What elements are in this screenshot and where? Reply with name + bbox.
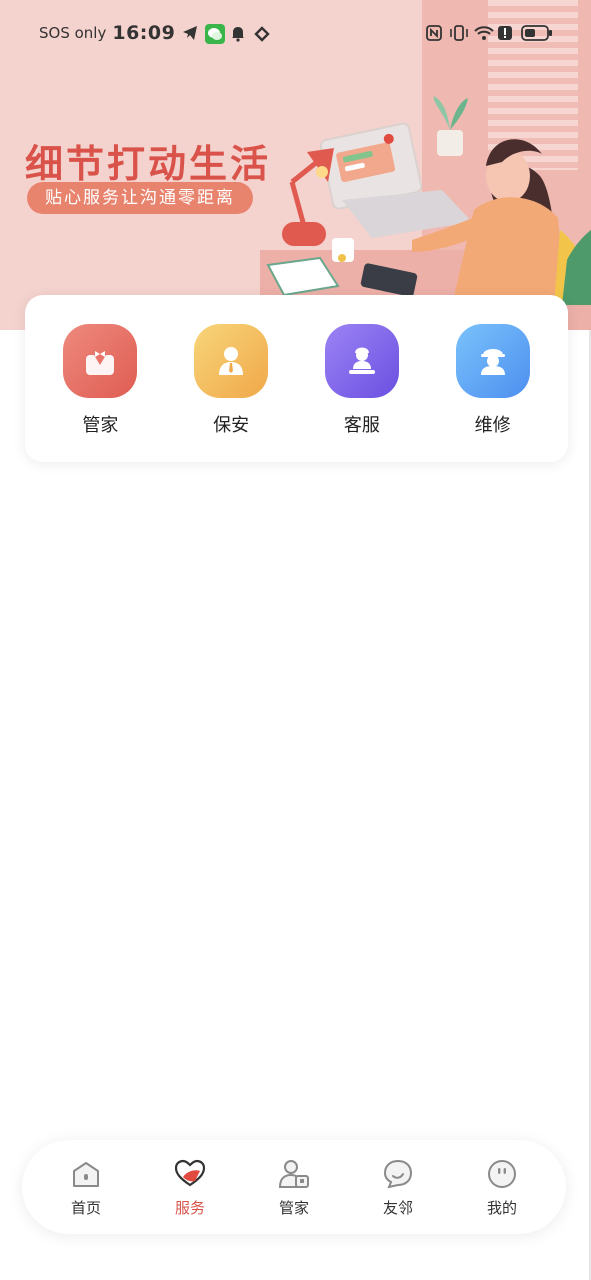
- butler-person-icon: [278, 1159, 309, 1188]
- home-icon: [73, 1161, 99, 1187]
- nfc-icon: [425, 24, 443, 42]
- banner-subslogan: 贴心服务让沟通零距离: [27, 182, 253, 214]
- service-repair[interactable]: 维修: [438, 295, 548, 462]
- service-customer-service[interactable]: 客服: [307, 295, 417, 462]
- tab-label: 服务: [174, 1198, 205, 1217]
- tab-label: 友邻: [382, 1198, 413, 1217]
- customer-service-icon: [324, 324, 399, 398]
- service-label: 管家: [82, 415, 119, 436]
- alert-icon: [497, 24, 515, 42]
- tab-label: 首页: [70, 1198, 101, 1217]
- service-label: 维修: [474, 415, 511, 436]
- service-label: 客服: [343, 415, 380, 436]
- profile-face-icon: [488, 1159, 516, 1188]
- clock: 16:09: [112, 22, 176, 44]
- tab-home[interactable]: 首页: [41, 1157, 131, 1218]
- security-guard-icon: [194, 324, 269, 398]
- banner-slogan: 细节打动生活: [25, 142, 272, 186]
- tab-butler[interactable]: 管家: [249, 1157, 339, 1218]
- repairman-icon: [455, 324, 530, 398]
- carrier-status: SOS only: [39, 24, 107, 42]
- tab-service[interactable]: 服务: [145, 1157, 235, 1218]
- app-shortcut-icon: [253, 24, 271, 42]
- service-grid-card: 管家 保安 客服 维修: [25, 295, 568, 462]
- telegram-icon: [181, 24, 199, 42]
- wechat-icon: [205, 24, 226, 44]
- service-label: 保安: [213, 415, 250, 436]
- notification-bell-icon: [229, 24, 247, 42]
- service-butler[interactable]: 管家: [45, 295, 155, 462]
- butler-icon: [63, 324, 138, 398]
- tab-label: 管家: [278, 1198, 309, 1217]
- top-banner: SOS only 16:09 细节打动生活 贴心服务让沟通零距离: [0, 0, 591, 330]
- tab-label: 我的: [486, 1198, 517, 1217]
- wifi-icon: [473, 24, 494, 42]
- banner-illustration: [266, 96, 591, 305]
- tab-mine[interactable]: 我的: [457, 1157, 547, 1218]
- service-security[interactable]: 保安: [176, 295, 286, 462]
- chat-bubble-icon: [383, 1159, 413, 1188]
- bottom-tab-bar: 首页 服务 管家 友邻 我的: [22, 1140, 566, 1234]
- heart-hand-icon: [174, 1159, 206, 1186]
- status-bar: SOS only 16:09: [0, 0, 591, 66]
- battery-icon: [521, 24, 553, 42]
- vibrate-icon: [449, 24, 468, 42]
- tab-neighbors[interactable]: 友邻: [353, 1157, 443, 1218]
